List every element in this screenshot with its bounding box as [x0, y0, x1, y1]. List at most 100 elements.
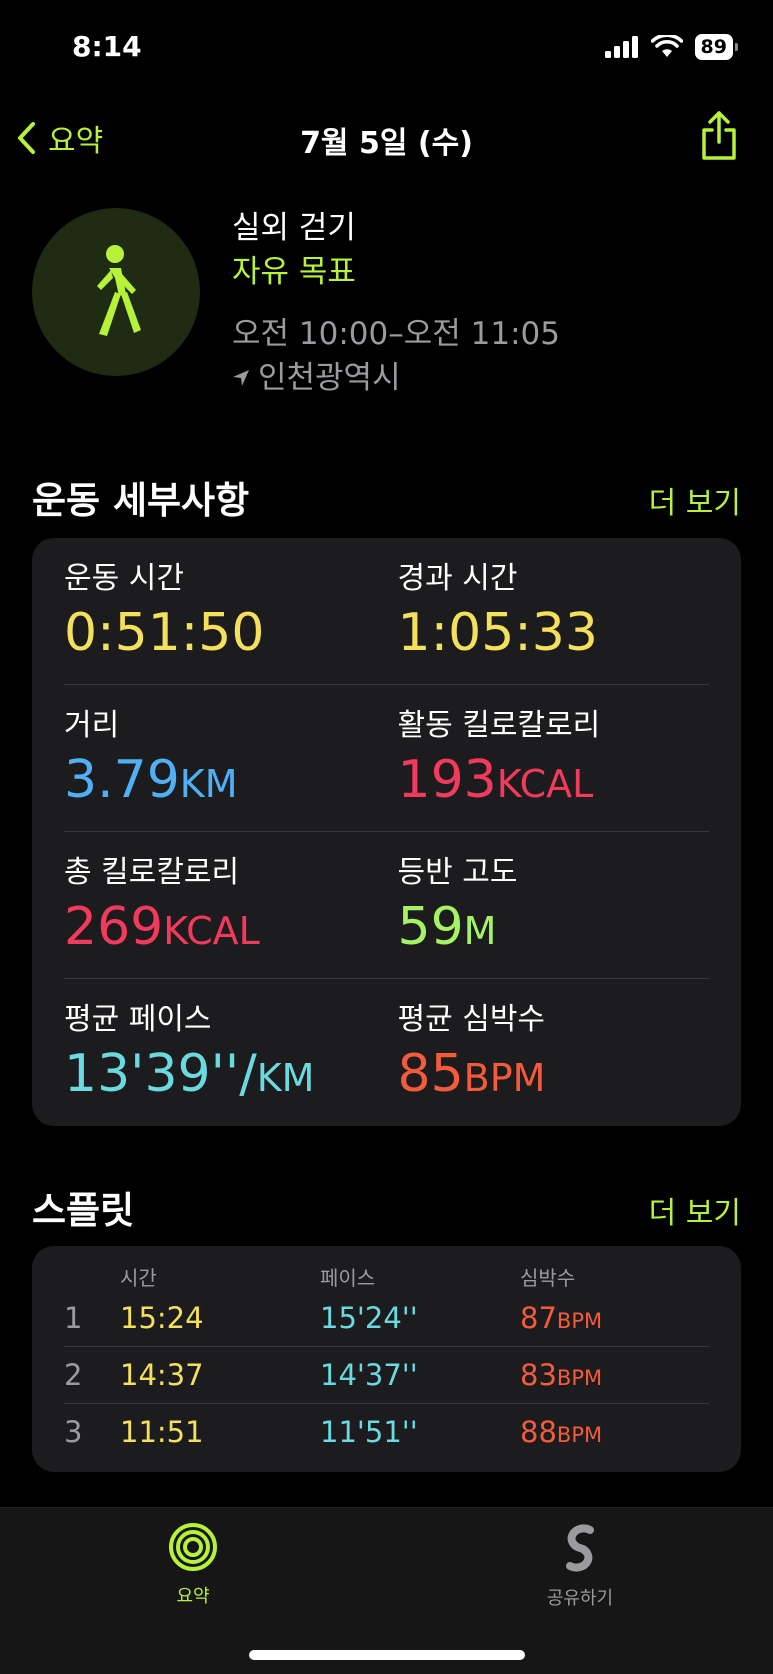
- splits-heading: 스플릿: [32, 1189, 135, 1232]
- splits-table-header: 시간 페이스 심박수: [32, 1246, 741, 1290]
- metric-label: 운동 시간: [64, 561, 184, 596]
- metric-value: 3.79: [64, 750, 180, 810]
- metric-label: 경과 시간: [397, 561, 518, 596]
- split-hr-value: 87: [520, 1301, 557, 1335]
- splits-col-time: 시간: [120, 1266, 157, 1290]
- tab-summary-label: 요약: [176, 1586, 210, 1607]
- metric-unit: KCAL: [163, 909, 260, 953]
- metric-value: 1:05:33: [397, 603, 598, 663]
- metric-cell: 평균 페이스 13'39''/KM: [64, 1001, 376, 1126]
- workout-time-range: 오전 10:00–오전 11:05: [232, 316, 560, 352]
- walking-figure-icon: [97, 245, 141, 336]
- metric-value: 269: [64, 897, 164, 957]
- metric-label: 평균 심박수: [397, 1002, 546, 1037]
- split-heart-rate: 87BPM: [520, 1301, 602, 1335]
- metric-cell: 등반 고도 59M: [376, 854, 710, 978]
- metrics-row: 총 킬로칼로리 269KCAL 등반 고도 59M: [64, 832, 709, 979]
- tab-sharing[interactable]: 공유하기: [500, 1522, 660, 1610]
- metric-value-line: 0:51:50: [64, 602, 376, 668]
- metric-unit: KM: [256, 1056, 315, 1100]
- split-index: 2: [64, 1358, 83, 1392]
- split-row: 3 11:51 11'51'' 88BPM: [64, 1404, 709, 1460]
- split-time: 15:24: [120, 1301, 204, 1335]
- metrics-row: 평균 페이스 13'39''/KM 평균 심박수 85BPM: [64, 979, 709, 1126]
- metric-value-line: 3.79KM: [64, 749, 376, 815]
- tab-sharing-label: 공유하기: [546, 1588, 614, 1609]
- metrics-grid: 운동 시간 0:51:50 경과 시간 1:05:33 거리 3.79KM 활동 킬로칼로리…: [32, 538, 741, 1126]
- battery-indicator: 89: [694, 34, 739, 60]
- split-hr-unit: BPM: [556, 1366, 603, 1390]
- metric-label: 평균 페이스: [64, 1002, 212, 1037]
- share-icon: [702, 111, 736, 160]
- metric-value: 13'39''/: [64, 1044, 257, 1104]
- location-label: 인천광역시: [258, 360, 401, 396]
- split-pace: 14'37'': [320, 1358, 418, 1392]
- page-title: 7월 5일 (수): [300, 126, 473, 161]
- metric-value: 0:51:50: [64, 603, 265, 663]
- metric-label: 등반 고도: [397, 855, 518, 890]
- share-button[interactable]: [699, 110, 739, 166]
- metric-unit: KM: [179, 762, 238, 806]
- metric-value-line: 269KCAL: [64, 896, 376, 962]
- details-section-header: 운동 세부사항 더 보기: [32, 470, 741, 524]
- splits-more-button[interactable]: 더 보기: [649, 1188, 741, 1232]
- location-arrow-icon: [233, 370, 249, 386]
- split-index: 1: [64, 1301, 83, 1335]
- metric-cell: 거리 3.79KM: [64, 707, 376, 831]
- metric-value-line: 13'39''/KM: [64, 1043, 376, 1109]
- sharing-icon: [566, 1524, 594, 1572]
- splits-col-hr: 심박수: [520, 1266, 576, 1290]
- splits-section-header: 스플릿 더 보기: [32, 1180, 741, 1234]
- workout-type-badge: [32, 208, 200, 376]
- metric-cell: 경과 시간 1:05:33: [376, 560, 710, 684]
- split-hr-value: 83: [520, 1358, 557, 1392]
- tab-summary[interactable]: 요약: [113, 1522, 273, 1608]
- split-time: 14:37: [120, 1358, 204, 1392]
- split-row: 2 14:37 14'37'' 83BPM: [64, 1347, 709, 1404]
- split-heart-rate: 83BPM: [520, 1358, 602, 1392]
- metric-value-line: 1:05:33: [398, 602, 710, 668]
- metric-value-line: 59M: [398, 896, 710, 962]
- metric-cell: 활동 킬로칼로리 193KCAL: [376, 707, 710, 831]
- metrics-row: 운동 시간 0:51:50 경과 시간 1:05:33: [64, 538, 709, 685]
- metric-value: 193: [397, 750, 497, 810]
- split-hr-unit: BPM: [556, 1423, 603, 1447]
- splits-rows: 1 15:24 15'24'' 87BPM 2 14:37 14'37'' 83BPM 3 11:…: [32, 1290, 741, 1460]
- splits-col-pace: 페이스: [320, 1266, 376, 1290]
- workout-goal: 자유 목표: [232, 254, 356, 290]
- metric-value: 59: [397, 897, 464, 957]
- metric-unit: KCAL: [496, 762, 594, 806]
- metrics-row: 거리 3.79KM 활동 킬로칼로리 193KCAL: [64, 685, 709, 832]
- wifi-icon: [650, 35, 683, 57]
- split-pace: 11'51'': [320, 1415, 418, 1449]
- metric-label: 거리: [64, 708, 120, 743]
- workout-info: 실외 걷기 자유 목표 오전 10:00–오전 11:05 인천광역시: [232, 206, 560, 400]
- metric-cell: 운동 시간 0:51:50: [64, 560, 376, 684]
- metric-value-line: 85BPM: [398, 1043, 710, 1109]
- metric-value: 85: [397, 1044, 464, 1104]
- home-indicator: [249, 1650, 525, 1660]
- metric-label: 총 킬로칼로리: [64, 855, 240, 890]
- split-heart-rate: 88BPM: [520, 1415, 602, 1449]
- split-row: 1 15:24 15'24'' 87BPM: [64, 1290, 709, 1347]
- status-bar: 8:14 89: [0, 0, 773, 100]
- status-time: 8:14: [72, 30, 142, 63]
- split-hr-value: 88: [520, 1415, 557, 1449]
- split-time: 11:51: [120, 1415, 204, 1449]
- details-heading: 운동 세부사항: [32, 479, 250, 522]
- metric-label: 활동 킬로칼로리: [397, 708, 601, 743]
- split-index: 3: [64, 1415, 83, 1449]
- metric-unit: M: [463, 909, 497, 953]
- workout-name: 실외 걷기: [232, 210, 356, 246]
- tab-bar: 요약 공유하기: [0, 1507, 773, 1674]
- splits-card: 시간 페이스 심박수 1 15:24 15'24'' 87BPM 2 14:37 14'37…: [32, 1246, 741, 1472]
- metric-cell: 평균 심박수 85BPM: [376, 1001, 710, 1126]
- details-card: 운동 시간 0:51:50 경과 시간 1:05:33 거리 3.79KM 활동 킬로칼로리…: [32, 538, 741, 1126]
- metric-cell: 총 킬로칼로리 269KCAL: [64, 854, 376, 978]
- split-pace: 15'24'': [320, 1301, 418, 1335]
- metric-unit: BPM: [463, 1056, 546, 1100]
- split-hr-unit: BPM: [556, 1309, 603, 1333]
- navigation-bar: 요약 7월 5일 (수): [0, 110, 773, 170]
- details-more-button[interactable]: 더 보기: [649, 478, 741, 522]
- signal-icon: [604, 36, 638, 58]
